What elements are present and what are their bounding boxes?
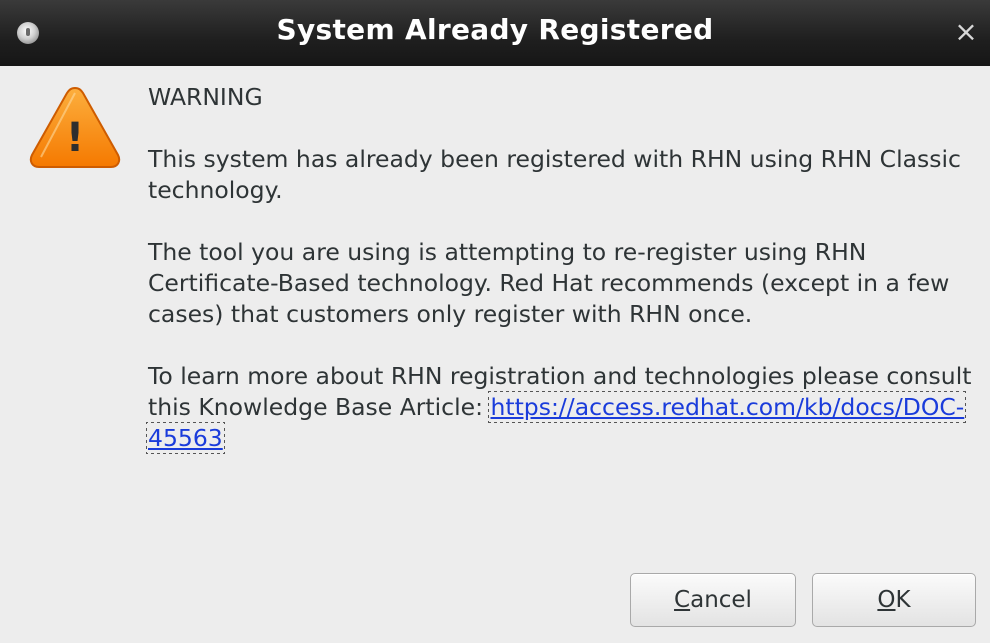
warning-icon: ! [29,86,121,168]
warning-icon-glyph: ! [66,115,84,161]
ok-label: K [895,587,911,613]
window-title: System Already Registered [276,13,714,46]
dialog-window: System Already Registered × ! WARNING Th… [0,0,990,643]
title-bar[interactable]: System Already Registered × [0,0,990,66]
cancel-mnemonic: C [674,587,691,613]
warning-heading: WARNING [148,83,263,111]
close-icon[interactable]: × [952,17,980,47]
message-paragraph-1: This system has already been registered … [148,145,961,204]
cancel-button[interactable]: Cancel [630,573,796,627]
cancel-label: ancel [690,587,752,613]
ok-mnemonic: O [877,587,896,613]
message-paragraph-2: The tool you are using is attempting to … [148,238,950,328]
message-paragraph-3: To learn more about RHN registration and… [145,361,978,454]
message-content: WARNING This system has already been reg… [145,82,978,454]
ok-button[interactable]: OK [812,573,976,627]
